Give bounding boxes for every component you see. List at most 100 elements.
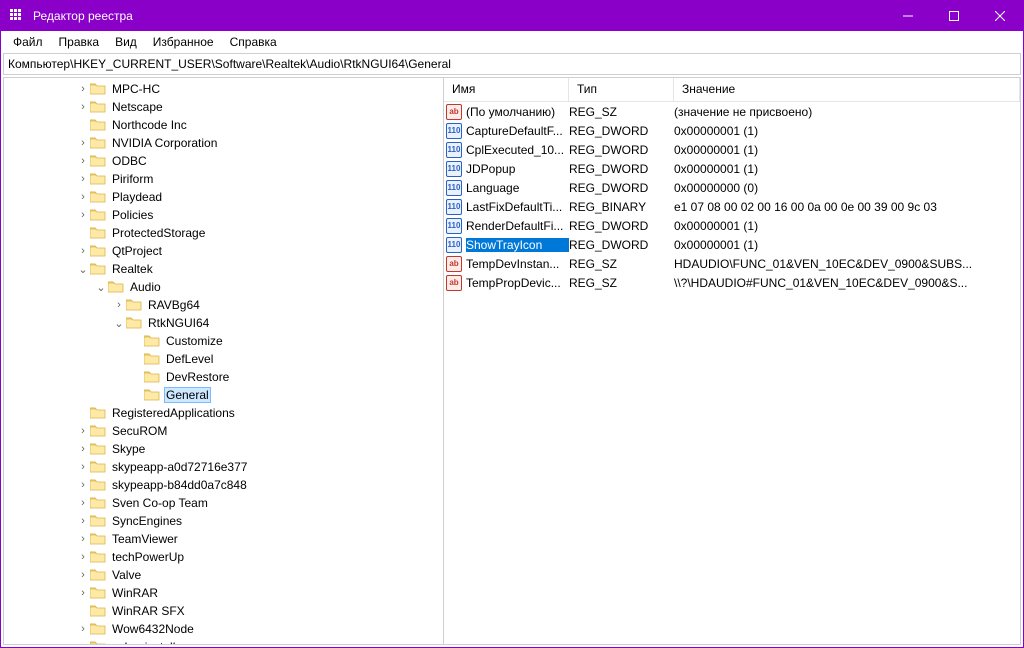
column-header-type[interactable]: Тип — [569, 78, 674, 101]
column-header-name[interactable]: Имя — [444, 78, 569, 101]
chevron-right-icon[interactable]: › — [76, 497, 90, 509]
chevron-right-icon[interactable]: › — [76, 155, 90, 167]
chevron-right-icon[interactable]: › — [76, 515, 90, 527]
tree-item[interactable]: ›Netscape — [4, 98, 443, 116]
tree-item[interactable]: ›Sven Co-op Team — [4, 494, 443, 512]
chevron-right-icon[interactable]: › — [76, 209, 90, 221]
tree-item[interactable]: ›Wow6432Node — [4, 620, 443, 638]
value-type: REG_BINARY — [569, 200, 674, 214]
tree-item-label: skypeapp-b84dd0a7c848 — [110, 478, 249, 492]
chevron-right-icon[interactable]: › — [76, 425, 90, 437]
app-window: Редактор реестра ФайлПравкаВидИзбранноеС… — [0, 0, 1024, 648]
menu-item[interactable]: Избранное — [145, 33, 222, 51]
value-row[interactable]: 110ShowTrayIconREG_DWORD0x00000001 (1) — [444, 235, 1020, 254]
chevron-right-icon[interactable]: › — [76, 443, 90, 455]
tree-item[interactable]: ›TeamViewer — [4, 530, 443, 548]
value-data: 0x00000001 (1) — [674, 219, 1020, 233]
tree-item[interactable]: ›skypeapp-a0d72716e377 — [4, 458, 443, 476]
tree-item[interactable]: › Skype — [4, 440, 443, 458]
menu-item[interactable]: Файл — [5, 33, 51, 51]
tree-item[interactable]: ›SecuROM — [4, 422, 443, 440]
tree-item[interactable]: ›Piriform — [4, 170, 443, 188]
tree-item[interactable]: ›QtProject — [4, 242, 443, 260]
chevron-down-icon[interactable]: ⌄ — [112, 317, 126, 330]
menu-item[interactable]: Справка — [222, 33, 285, 51]
value-row[interactable]: 110LastFixDefaultTi...REG_BINARYe1 07 08… — [444, 197, 1020, 216]
chevron-right-icon[interactable]: › — [76, 191, 90, 203]
tree-item[interactable]: ›ProtectedStorage — [4, 224, 443, 242]
value-row[interactable]: 110CplExecuted_10...REG_DWORD0x00000001 … — [444, 140, 1020, 159]
maximize-button[interactable] — [931, 1, 977, 31]
tree-item[interactable]: ⌄Realtek — [4, 260, 443, 278]
chevron-right-icon[interactable]: › — [76, 461, 90, 473]
menu-item[interactable]: Правка — [51, 33, 108, 51]
tree-item[interactable]: › techPowerUp — [4, 548, 443, 566]
tree-item-label: techPowerUp — [110, 550, 186, 564]
value-name: LastFixDefaultTi... — [466, 200, 569, 214]
value-row[interactable]: 110JDPopupREG_DWORD0x00000001 (1) — [444, 159, 1020, 178]
minimize-button[interactable] — [885, 1, 931, 31]
tree-item[interactable]: ›Playdead — [4, 188, 443, 206]
chevron-right-icon[interactable]: › — [76, 623, 90, 635]
folder-icon — [90, 586, 106, 600]
tree-item[interactable]: ›Customize — [4, 332, 443, 350]
tree-item[interactable]: ›Policies — [4, 206, 443, 224]
tree-item-label: RAVBg64 — [146, 298, 202, 312]
chevron-right-icon[interactable]: › — [76, 479, 90, 491]
tree-item[interactable]: ›WinRAR — [4, 584, 443, 602]
values-pane[interactable]: Имя Тип Значение ab(По умолчанию)REG_SZ(… — [444, 78, 1020, 644]
folder-icon — [90, 568, 106, 582]
tree-item[interactable]: › RAVBg64 — [4, 296, 443, 314]
chevron-right-icon[interactable]: › — [76, 587, 90, 599]
reg-binary-icon: 110 — [446, 180, 462, 196]
chevron-down-icon[interactable]: ⌄ — [76, 263, 90, 276]
tree-item-label: Northcode Inc — [110, 118, 189, 132]
folder-icon — [90, 226, 106, 240]
chevron-down-icon[interactable]: ⌄ — [94, 281, 108, 294]
chevron-right-icon[interactable]: › — [76, 83, 90, 95]
value-row[interactable]: 110RenderDefaultFi...REG_DWORD0x00000001… — [444, 216, 1020, 235]
chevron-right-icon[interactable]: › — [76, 101, 90, 113]
tree-item[interactable]: ›SyncEngines — [4, 512, 443, 530]
tree-item[interactable]: › Valve — [4, 566, 443, 584]
tree-item[interactable]: ›WinRAR SFX — [4, 602, 443, 620]
value-row[interactable]: abTempDevInstan...REG_SZHDAUDIO\FUNC_01&… — [444, 254, 1020, 273]
tree-item[interactable]: ›yahooinstall — [4, 638, 443, 644]
chevron-right-icon[interactable]: › — [76, 641, 90, 644]
tree-pane[interactable]: ›MPC-HC›Netscape›Northcode Inc›NVIDIA Co… — [4, 78, 444, 644]
value-data: 0x00000001 (1) — [674, 143, 1020, 157]
tree-item[interactable]: ›MPC-HC — [4, 80, 443, 98]
tree-item[interactable]: ›DevRestore — [4, 368, 443, 386]
tree-item[interactable]: ›ODBC — [4, 152, 443, 170]
chevron-right-icon[interactable]: › — [76, 245, 90, 257]
tree-item[interactable]: ›DefLevel — [4, 350, 443, 368]
value-row[interactable]: ab(По умолчанию)REG_SZ(значение не присв… — [444, 102, 1020, 121]
tree-item[interactable]: ⌄Audio — [4, 278, 443, 296]
column-header-data[interactable]: Значение — [674, 78, 1020, 101]
tree-item[interactable]: › skypeapp-b84dd0a7c848 — [4, 476, 443, 494]
tree-item[interactable]: ›General — [4, 386, 443, 404]
value-row[interactable]: 110LanguageREG_DWORD0x00000000 (0) — [444, 178, 1020, 197]
address-bar[interactable]: Компьютер\HKEY_CURRENT_USER\Software\Rea… — [3, 53, 1021, 75]
tree-item-label: Skype — [110, 442, 147, 456]
chevron-right-icon[interactable]: › — [76, 533, 90, 545]
value-row[interactable]: abTempPropDevic...REG_SZ\\?\HDAUDIO#FUNC… — [444, 273, 1020, 292]
tree-item[interactable]: ›RegisteredApplications — [4, 404, 443, 422]
close-button[interactable] — [977, 1, 1023, 31]
chevron-right-icon[interactable]: › — [76, 569, 90, 581]
chevron-right-icon[interactable]: › — [112, 299, 126, 311]
tree-item-label: Valve — [110, 568, 143, 582]
chevron-right-icon[interactable]: › — [76, 551, 90, 563]
folder-icon — [90, 424, 106, 438]
chevron-right-icon[interactable]: › — [76, 137, 90, 149]
tree-item[interactable]: ›NVIDIA Corporation — [4, 134, 443, 152]
tree-item[interactable]: ›Northcode Inc — [4, 116, 443, 134]
folder-icon — [90, 406, 106, 420]
menu-item[interactable]: Вид — [107, 33, 145, 51]
value-row[interactable]: 110CaptureDefaultF...REG_DWORD0x00000001… — [444, 121, 1020, 140]
folder-icon — [90, 190, 106, 204]
titlebar[interactable]: Редактор реестра — [1, 1, 1023, 31]
chevron-right-icon[interactable]: › — [76, 173, 90, 185]
value-data: 0x00000001 (1) — [674, 124, 1020, 138]
tree-item[interactable]: ⌄RtkNGUI64 — [4, 314, 443, 332]
